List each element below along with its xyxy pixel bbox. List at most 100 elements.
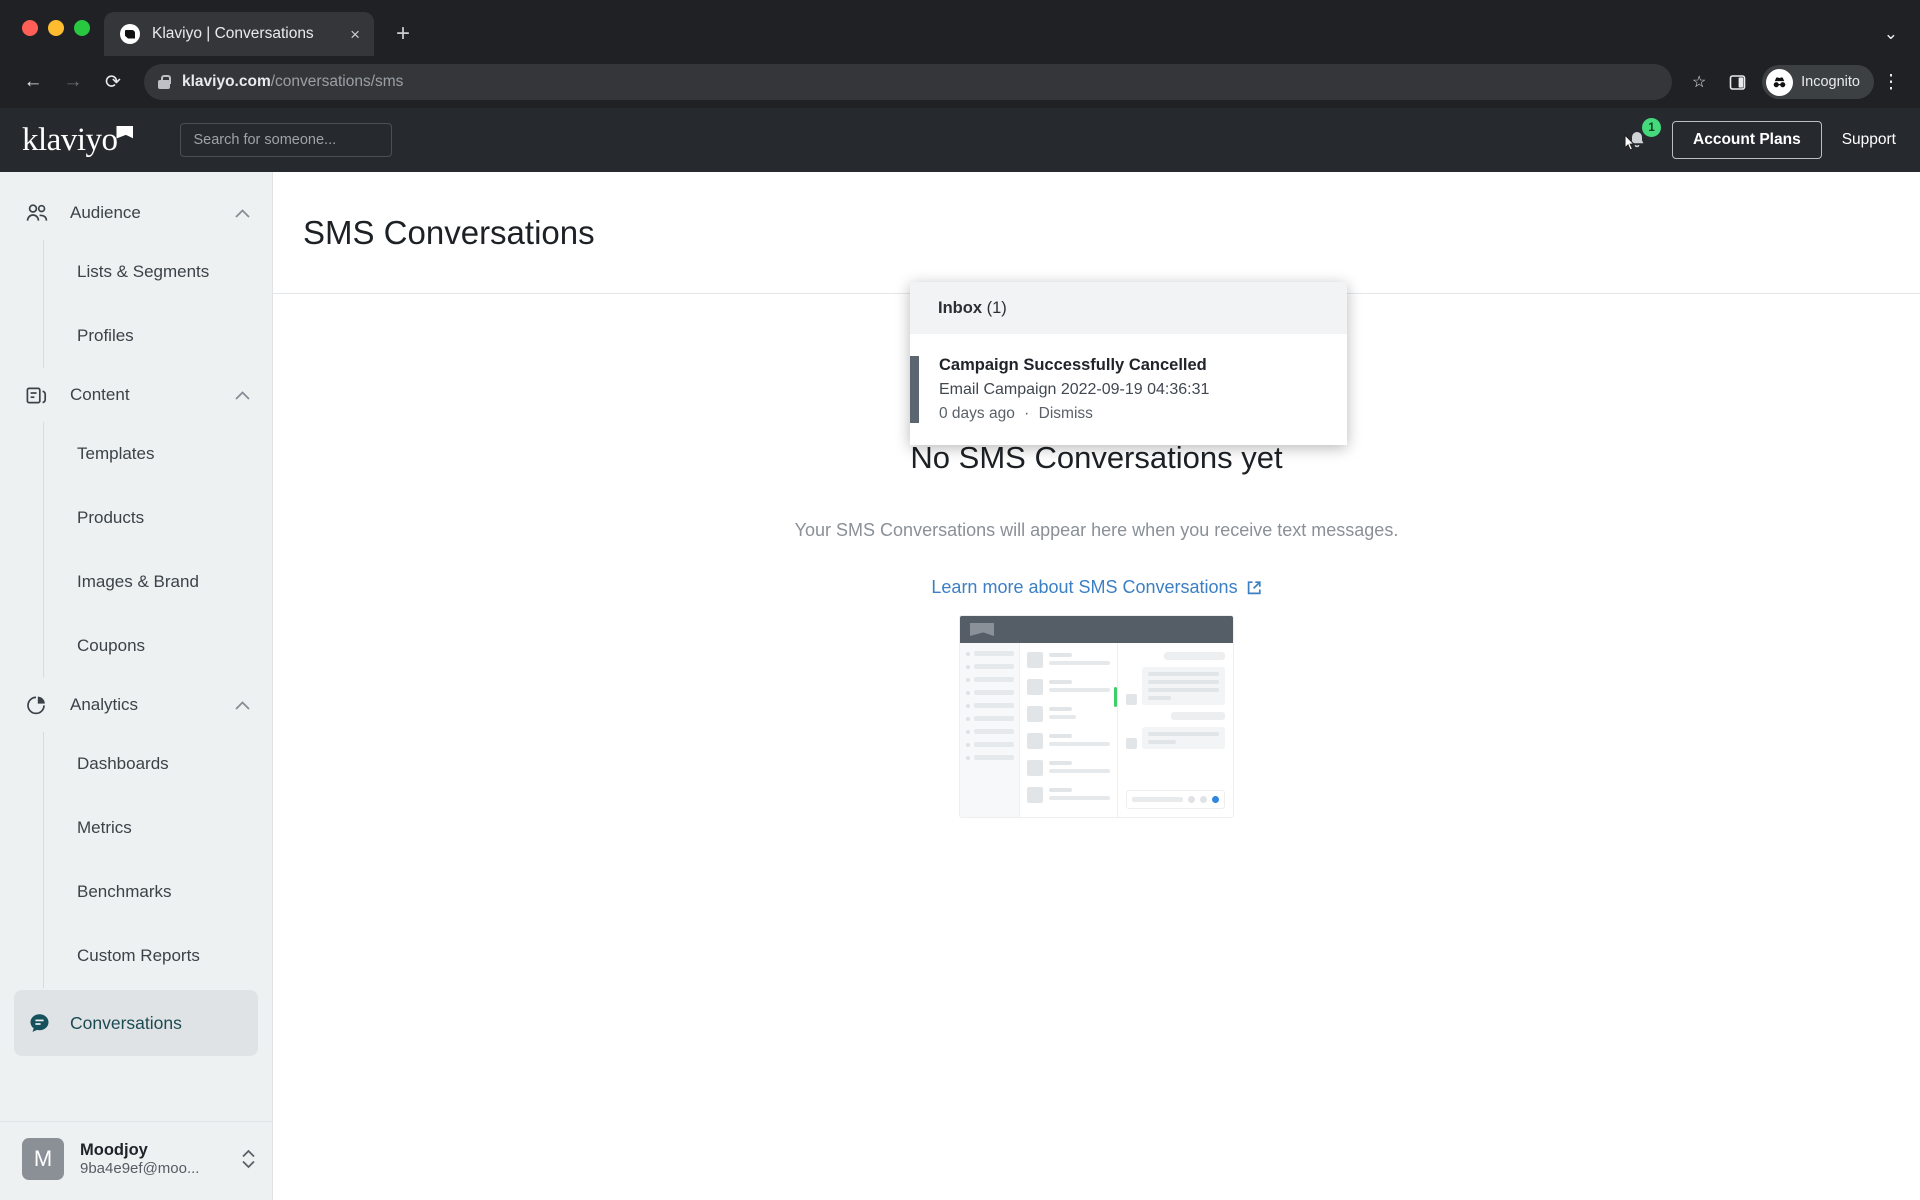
logo-text: klaviyo — [22, 121, 118, 158]
lock-icon — [158, 75, 171, 89]
chat-icon — [26, 1011, 52, 1036]
notification-content: Campaign Successfully Cancelled Email Ca… — [919, 356, 1209, 423]
incognito-icon — [1766, 68, 1794, 96]
illustration-message-input — [1126, 790, 1225, 809]
account-name: Moodjoy — [80, 1141, 148, 1159]
toolbar-icons: ☆ Incognito ⋮ — [1682, 65, 1904, 99]
sidebar: Audience Lists & Segments Profiles Conte… — [0, 172, 273, 1200]
support-link[interactable]: Support — [1842, 131, 1896, 149]
illustration-sidebar — [960, 643, 1019, 817]
account-switch-icon[interactable] — [241, 1147, 256, 1171]
account-email: 9ba4e9ef@moo... — [80, 1160, 200, 1177]
sidebar-item-templates[interactable]: Templates — [44, 422, 272, 486]
sidebar-item-products[interactable]: Products — [44, 486, 272, 550]
new-tab-button[interactable]: + — [396, 20, 410, 48]
chevron-up-icon[interactable] — [235, 206, 250, 221]
illustration-conversation-list — [1019, 643, 1117, 817]
notifications-button[interactable]: 1 — [1622, 118, 1662, 155]
notification-title: Campaign Successfully Cancelled — [939, 356, 1207, 374]
illustration-body — [960, 643, 1233, 817]
header-actions: 1 Account Plans Support — [1622, 118, 1896, 159]
sidebar-group-label: Analytics — [70, 695, 139, 714]
notification-separator: · — [1024, 405, 1030, 422]
chevron-up-icon[interactable] — [235, 388, 250, 403]
window-controls[interactable] — [18, 0, 104, 56]
page-header: SMS Conversations — [273, 172, 1920, 294]
app-header: klaviyo 1 Account Plans Support — [0, 108, 1920, 172]
notification-meta: 0 days ago · Dismiss — [939, 405, 1209, 423]
side-panel-icon[interactable] — [1720, 65, 1754, 99]
browser-menu-button[interactable]: ⋮ — [1878, 71, 1904, 94]
sidebar-item-lists-segments[interactable]: Lists & Segments — [44, 240, 272, 304]
sidebar-subnav-analytics: Dashboards Metrics Benchmarks Custom Rep… — [43, 732, 272, 988]
analytics-icon — [26, 695, 52, 716]
notifications-header-count: (1) — [986, 299, 1007, 317]
sidebar-group-analytics[interactable]: Analytics — [0, 678, 272, 732]
illustration-logo-icon — [970, 623, 994, 636]
sidebar-item-label: Conversations — [70, 1012, 182, 1033]
sidebar-item-conversations[interactable]: Conversations — [14, 990, 258, 1056]
notifications-dropdown: Inbox (1) Campaign Successfully Cancelle… — [910, 282, 1347, 445]
url-path: /conversations/sms — [270, 73, 404, 90]
search-input-wrapper[interactable] — [180, 123, 393, 157]
sidebar-group-content[interactable]: Content — [0, 368, 272, 422]
url-text: klaviyo.com/conversations/sms — [182, 73, 403, 91]
tab-search-chevron-down-icon[interactable]: ⌄ — [1884, 24, 1898, 44]
incognito-label: Incognito — [1801, 74, 1860, 90]
people-icon — [26, 203, 52, 223]
account-switcher[interactable]: M Moodjoy 9ba4e9ef@moo... — [0, 1121, 272, 1200]
address-bar[interactable]: klaviyo.com/conversations/sms — [144, 64, 1673, 100]
external-link-icon — [1247, 580, 1261, 594]
favicon-icon — [120, 24, 140, 44]
forward-button[interactable]: → — [56, 65, 90, 99]
sidebar-item-coupons[interactable]: Coupons — [44, 614, 272, 678]
browser-toolbar: ← → ⟳ klaviyo.com/conversations/sms ☆ In… — [0, 56, 1920, 108]
notification-time: 0 days ago — [939, 405, 1015, 422]
page-title: SMS Conversations — [303, 213, 595, 251]
tab-title: Klaviyo | Conversations — [152, 25, 314, 42]
learn-more-link[interactable]: Learn more about SMS Conversations — [931, 577, 1261, 598]
url-domain: klaviyo.com — [182, 73, 271, 90]
browser-window: Klaviyo | Conversations × + ⌄ ← → ⟳ klav… — [0, 0, 1920, 1200]
notification-status-bar — [910, 356, 919, 423]
close-window-button[interactable] — [22, 20, 38, 36]
klaviyo-logo[interactable]: klaviyo — [22, 121, 134, 159]
illustration-unread-accent — [1114, 687, 1117, 707]
sidebar-item-benchmarks[interactable]: Benchmarks — [44, 860, 272, 924]
reload-button[interactable]: ⟳ — [96, 65, 130, 99]
account-plans-button[interactable]: Account Plans — [1672, 121, 1822, 159]
back-button[interactable]: ← — [16, 65, 50, 99]
notification-subtitle: Email Campaign 2022-09-19 04:36:31 — [939, 381, 1210, 398]
empty-state-heading: No SMS Conversations yet — [910, 440, 1283, 475]
sidebar-item-profiles[interactable]: Profiles — [44, 304, 272, 368]
sidebar-nav: Audience Lists & Segments Profiles Conte… — [0, 172, 272, 1121]
browser-tab-strip: Klaviyo | Conversations × + ⌄ — [0, 0, 1920, 56]
sidebar-group-audience[interactable]: Audience — [0, 186, 272, 240]
notification-item[interactable]: Campaign Successfully Cancelled Email Ca… — [910, 334, 1347, 445]
sidebar-group-label: Audience — [70, 203, 141, 222]
sidebar-item-images-brand[interactable]: Images & Brand — [44, 550, 272, 614]
avatar: M — [22, 1138, 64, 1180]
notification-dismiss-button[interactable]: Dismiss — [1039, 405, 1093, 422]
content-icon — [26, 385, 52, 406]
sidebar-item-dashboards[interactable]: Dashboards — [44, 732, 272, 796]
browser-tab[interactable]: Klaviyo | Conversations × — [104, 12, 374, 56]
minimize-window-button[interactable] — [48, 20, 64, 36]
incognito-indicator[interactable]: Incognito — [1762, 65, 1874, 99]
logo-flag-icon — [116, 125, 134, 139]
notifications-header: Inbox (1) — [910, 282, 1347, 334]
sidebar-group-label: Content — [70, 385, 130, 404]
sidebar-item-metrics[interactable]: Metrics — [44, 796, 272, 860]
account-details: Moodjoy 9ba4e9ef@moo... — [80, 1141, 225, 1177]
sidebar-subnav-audience: Lists & Segments Profiles — [43, 240, 272, 368]
close-tab-button[interactable]: × — [350, 26, 360, 43]
sidebar-item-custom-reports[interactable]: Custom Reports — [44, 924, 272, 988]
notifications-header-label: Inbox — [938, 299, 982, 317]
bookmark-star-icon[interactable]: ☆ — [1682, 65, 1716, 99]
chevron-up-icon[interactable] — [235, 698, 250, 713]
sidebar-subnav-content: Templates Products Images & Brand Coupon… — [43, 422, 272, 678]
illustration-topbar — [960, 616, 1233, 643]
klaviyo-app: klaviyo 1 Account Plans Support Inbox (1 — [0, 108, 1920, 1200]
maximize-window-button[interactable] — [74, 20, 90, 36]
search-input[interactable] — [193, 132, 381, 148]
